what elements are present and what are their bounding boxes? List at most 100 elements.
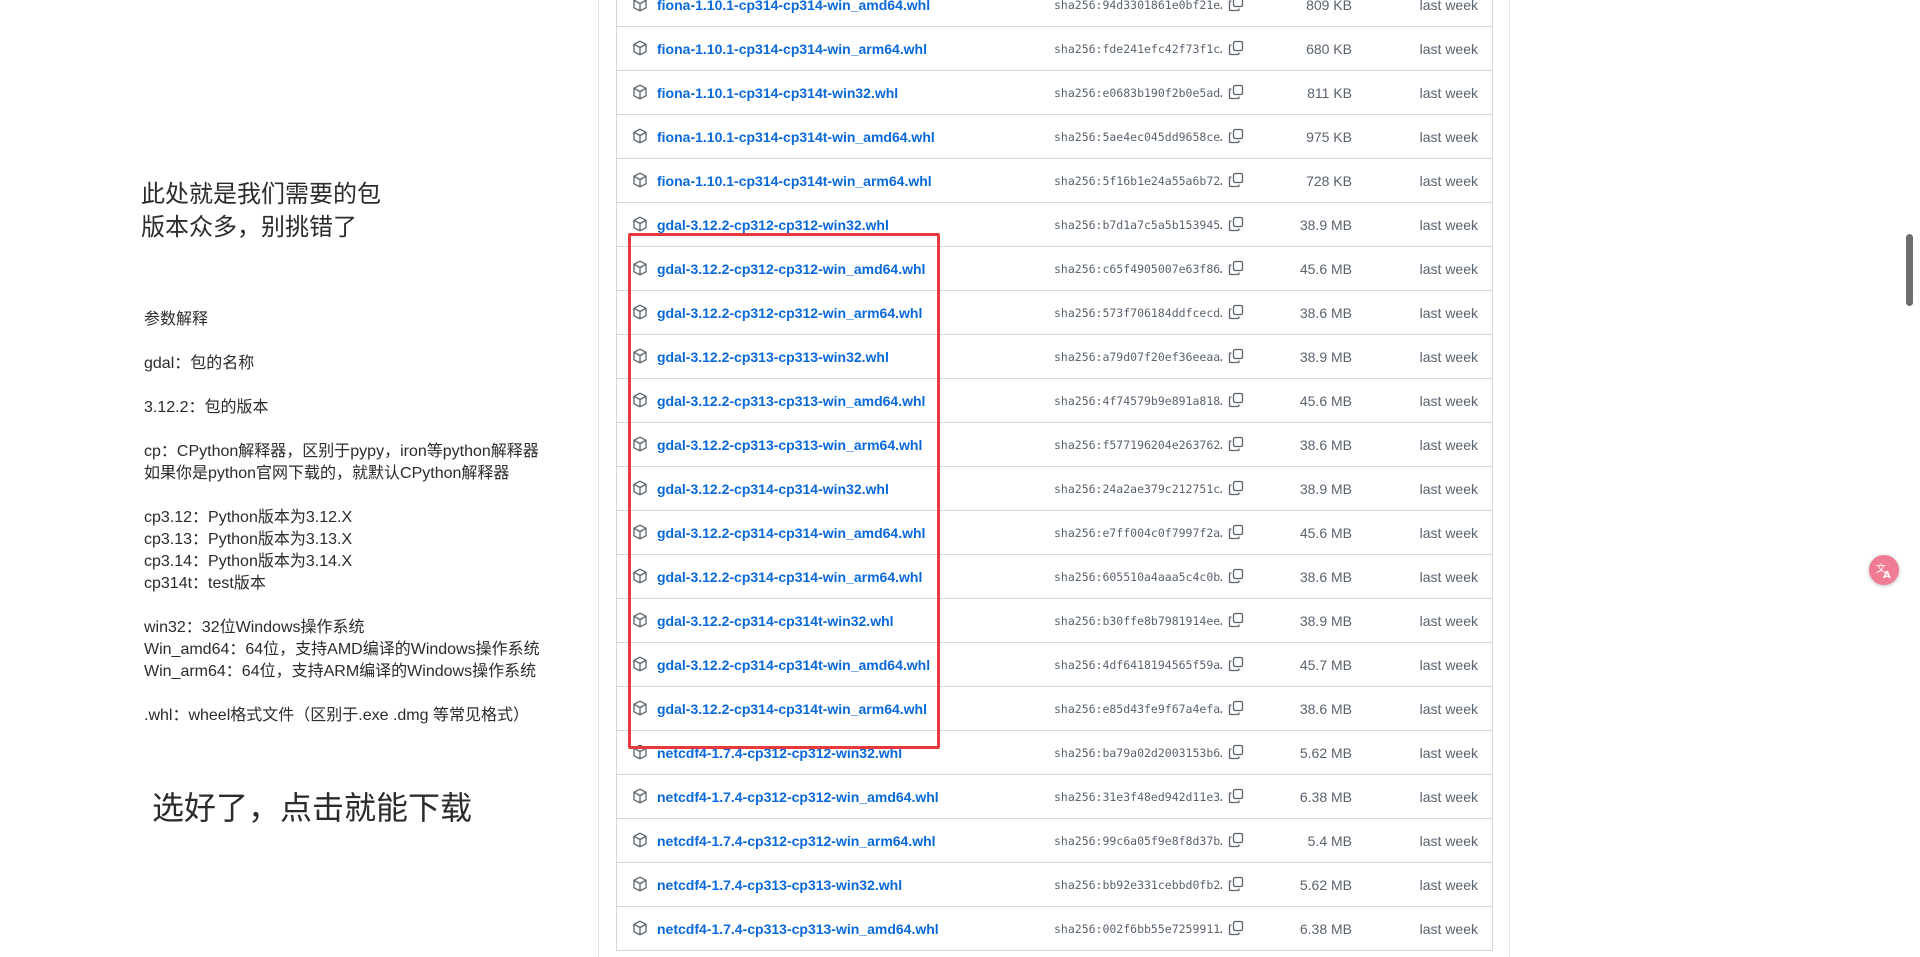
file-link[interactable]: gdal-3.12.2-cp313-cp313-win_amd64.whl	[657, 392, 925, 410]
scrollbar-thumb[interactable]	[1906, 234, 1913, 306]
package-icon	[633, 788, 647, 804]
file-date: last week	[1419, 701, 1478, 717]
file-link[interactable]: netcdf4-1.7.4-cp312-cp312-win32.whl	[657, 744, 902, 762]
file-date: last week	[1419, 833, 1478, 849]
file-hash: sha256:002f6bb55e7259911…	[1054, 922, 1222, 936]
file-link[interactable]: gdal-3.12.2-cp314-cp314-win32.whl	[657, 480, 889, 498]
file-link[interactable]: netcdf4-1.7.4-cp313-cp313-win_amd64.whl	[657, 920, 939, 938]
copy-icon[interactable]	[1228, 612, 1244, 628]
copy-icon[interactable]	[1228, 568, 1244, 584]
file-row: gdal-3.12.2-cp313-cp313-win_amd64.whl sh…	[617, 378, 1492, 422]
file-hash: sha256:e7ff004c0f7997f2a…	[1054, 526, 1222, 540]
param-python-versions: cp3.12：Python版本为3.12.X cp3.13：Python版本为3…	[144, 509, 353, 592]
file-date: last week	[1419, 393, 1478, 409]
copy-icon[interactable]	[1228, 260, 1244, 276]
file-link[interactable]: gdal-3.12.2-cp313-cp313-win_arm64.whl	[657, 436, 922, 454]
file-link[interactable]: netcdf4-1.7.4-cp312-cp312-win_arm64.whl	[657, 832, 936, 850]
annotation-panel: 此处就是我们需要的包 版本众多，别挑错了 参数解释 gdal：包的名称 3.12…	[0, 0, 598, 957]
file-link[interactable]: fiona-1.10.1-cp314-cp314-win_amd64.whl	[657, 0, 930, 14]
copy-icon[interactable]	[1228, 0, 1244, 12]
annotation-heading-line1: 此处就是我们需要的包	[141, 181, 381, 208]
package-icon	[633, 568, 647, 584]
file-size: 5.4 MB	[1307, 833, 1352, 849]
file-hash: sha256:605510a4aaa5c4c0b…	[1054, 570, 1222, 584]
file-hash: sha256:5ae4ec045dd9658ce…	[1054, 130, 1222, 144]
file-size: 38.6 MB	[1299, 569, 1352, 585]
file-hash: sha256:573f706184ddfcecd…	[1054, 306, 1222, 320]
copy-icon[interactable]	[1228, 348, 1244, 364]
release-assets-list: fiona-1.10.1-cp314-cp314-win_amd64.whl s…	[616, 0, 1493, 951]
copy-icon[interactable]	[1228, 216, 1244, 232]
file-hash: sha256:5f16b1e24a55a6b72…	[1054, 174, 1222, 188]
file-link[interactable]: fiona-1.10.1-cp314-cp314t-win_amd64.whl	[657, 128, 935, 146]
file-link[interactable]: fiona-1.10.1-cp314-cp314t-win_arm64.whl	[657, 172, 932, 190]
file-hash: sha256:ba79a02d2003153b6…	[1054, 746, 1222, 760]
file-size: 38.9 MB	[1299, 349, 1352, 365]
file-date: last week	[1419, 41, 1478, 57]
file-size: 5.62 MB	[1299, 745, 1352, 761]
parameter-explanation: 参数解释 gdal：包的名称 3.12.2：包的版本 cp：CPython解释器…	[144, 309, 540, 749]
file-link[interactable]: netcdf4-1.7.4-cp312-cp312-win_amd64.whl	[657, 788, 939, 806]
package-icon	[633, 304, 647, 320]
copy-icon[interactable]	[1228, 40, 1244, 56]
file-hash: sha256:a79d07f20ef36eeaa…	[1054, 350, 1222, 364]
file-hash: sha256:99c6a05f9e8f8d37b…	[1054, 834, 1222, 848]
file-date: last week	[1419, 569, 1478, 585]
file-size: 5.62 MB	[1299, 877, 1352, 893]
copy-icon[interactable]	[1228, 788, 1244, 804]
file-link[interactable]: fiona-1.10.1-cp314-cp314t-win32.whl	[657, 84, 898, 102]
package-icon	[633, 612, 647, 628]
copy-icon[interactable]	[1228, 392, 1244, 408]
file-link[interactable]: gdal-3.12.2-cp314-cp314t-win_amd64.whl	[657, 656, 930, 674]
file-link[interactable]: gdal-3.12.2-cp314-cp314-win_amd64.whl	[657, 524, 925, 542]
copy-icon[interactable]	[1228, 304, 1244, 320]
file-date: last week	[1419, 613, 1478, 629]
file-row: fiona-1.10.1-cp314-cp314t-win_amd64.whl …	[617, 114, 1492, 158]
copy-icon[interactable]	[1228, 656, 1244, 672]
file-link[interactable]: fiona-1.10.1-cp314-cp314-win_arm64.whl	[657, 40, 927, 58]
file-row: gdal-3.12.2-cp314-cp314t-win32.whl sha25…	[617, 598, 1492, 642]
copy-icon[interactable]	[1228, 876, 1244, 892]
file-link[interactable]: gdal-3.12.2-cp312-cp312-win_arm64.whl	[657, 304, 922, 322]
file-date: last week	[1419, 745, 1478, 761]
file-link[interactable]: gdal-3.12.2-cp314-cp314t-win32.whl	[657, 612, 894, 630]
translate-button[interactable]: 文 A	[1869, 555, 1899, 585]
file-row: gdal-3.12.2-cp313-cp313-win32.whl sha256…	[617, 334, 1492, 378]
copy-icon[interactable]	[1228, 744, 1244, 760]
copy-icon[interactable]	[1228, 172, 1244, 188]
file-size: 6.38 MB	[1299, 789, 1352, 805]
file-size: 45.6 MB	[1299, 393, 1352, 409]
file-hash: sha256:31e3f48ed942d11e3…	[1054, 790, 1222, 804]
file-date: last week	[1419, 261, 1478, 277]
file-link[interactable]: gdal-3.12.2-cp313-cp313-win32.whl	[657, 348, 889, 366]
file-row: gdal-3.12.2-cp314-cp314-win_amd64.whl sh…	[617, 510, 1492, 554]
file-hash: sha256:bb92e331cebbd0fb2…	[1054, 878, 1222, 892]
copy-icon[interactable]	[1228, 480, 1244, 496]
copy-icon[interactable]	[1228, 84, 1244, 100]
copy-icon[interactable]	[1228, 920, 1244, 936]
page: 此处就是我们需要的包 版本众多，别挑错了 参数解释 gdal：包的名称 3.12…	[0, 0, 1920, 957]
file-link[interactable]: gdal-3.12.2-cp314-cp314t-win_arm64.whl	[657, 700, 927, 718]
copy-icon[interactable]	[1228, 436, 1244, 452]
file-row: fiona-1.10.1-cp314-cp314-win_arm64.whl s…	[617, 26, 1492, 70]
package-icon	[633, 172, 647, 188]
package-icon	[633, 128, 647, 144]
file-size: 38.9 MB	[1299, 613, 1352, 629]
file-date: last week	[1419, 877, 1478, 893]
copy-icon[interactable]	[1228, 128, 1244, 144]
file-link[interactable]: gdal-3.12.2-cp312-cp312-win_amd64.whl	[657, 260, 925, 278]
copy-icon[interactable]	[1228, 832, 1244, 848]
file-link[interactable]: netcdf4-1.7.4-cp313-cp313-win32.whl	[657, 876, 902, 894]
file-size: 38.6 MB	[1299, 437, 1352, 453]
file-size: 975 KB	[1306, 129, 1352, 145]
file-hash: sha256:fde241efc42f73f1c…	[1054, 42, 1222, 56]
copy-icon[interactable]	[1228, 524, 1244, 540]
file-hash: sha256:b7d1a7c5a5b153945…	[1054, 218, 1222, 232]
package-icon	[633, 700, 647, 716]
param-whl: .whl：wheel格式文件（区别于.exe .dmg 等常见格式）	[144, 707, 529, 724]
file-link[interactable]: gdal-3.12.2-cp314-cp314-win_arm64.whl	[657, 568, 922, 586]
package-icon	[633, 656, 647, 672]
copy-icon[interactable]	[1228, 700, 1244, 716]
file-row: fiona-1.10.1-cp314-cp314-win_amd64.whl s…	[617, 0, 1492, 26]
file-link[interactable]: gdal-3.12.2-cp312-cp312-win32.whl	[657, 216, 889, 234]
